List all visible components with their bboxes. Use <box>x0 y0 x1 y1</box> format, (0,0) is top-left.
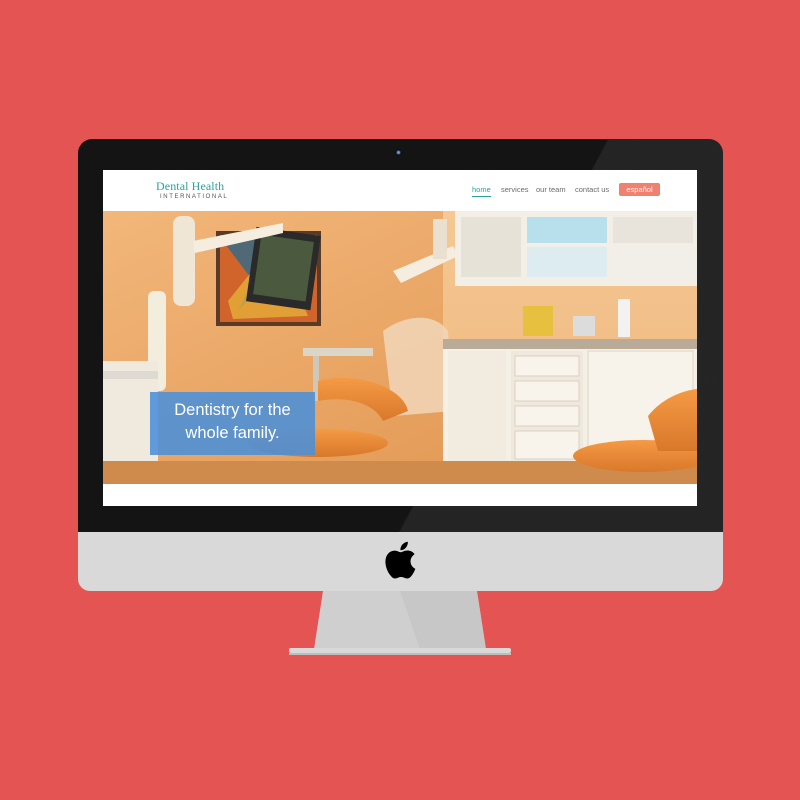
hero-tagline-line2: whole family. <box>185 424 280 442</box>
nav-active-underline <box>472 196 491 197</box>
hero-tagline-line1: Dentistry for the <box>174 401 291 419</box>
page-footer-strip <box>103 484 697 506</box>
hero-image: Dentistry for the whole family. <box>103 211 697 484</box>
website-screen: Dental Health INTERNATIONAL home service… <box>103 170 697 506</box>
site-header: Dental Health INTERNATIONAL home service… <box>103 170 697 211</box>
webcam-icon <box>395 149 402 156</box>
apple-logo-icon <box>385 541 416 579</box>
logo-name[interactable]: Dental Health <box>156 179 224 194</box>
nav-services[interactable]: services <box>501 185 529 194</box>
nav-contact-us[interactable]: contact us <box>575 185 609 194</box>
nav-our-team[interactable]: our team <box>536 185 566 194</box>
hero-tagline: Dentistry for the whole family. <box>150 399 315 445</box>
logo-tagline: INTERNATIONAL <box>160 194 229 200</box>
hero-tagline-box: Dentistry for the whole family. <box>150 392 315 455</box>
language-button[interactable]: español <box>619 183 660 196</box>
nav-home[interactable]: home <box>472 185 491 194</box>
monitor-stand <box>289 591 511 655</box>
